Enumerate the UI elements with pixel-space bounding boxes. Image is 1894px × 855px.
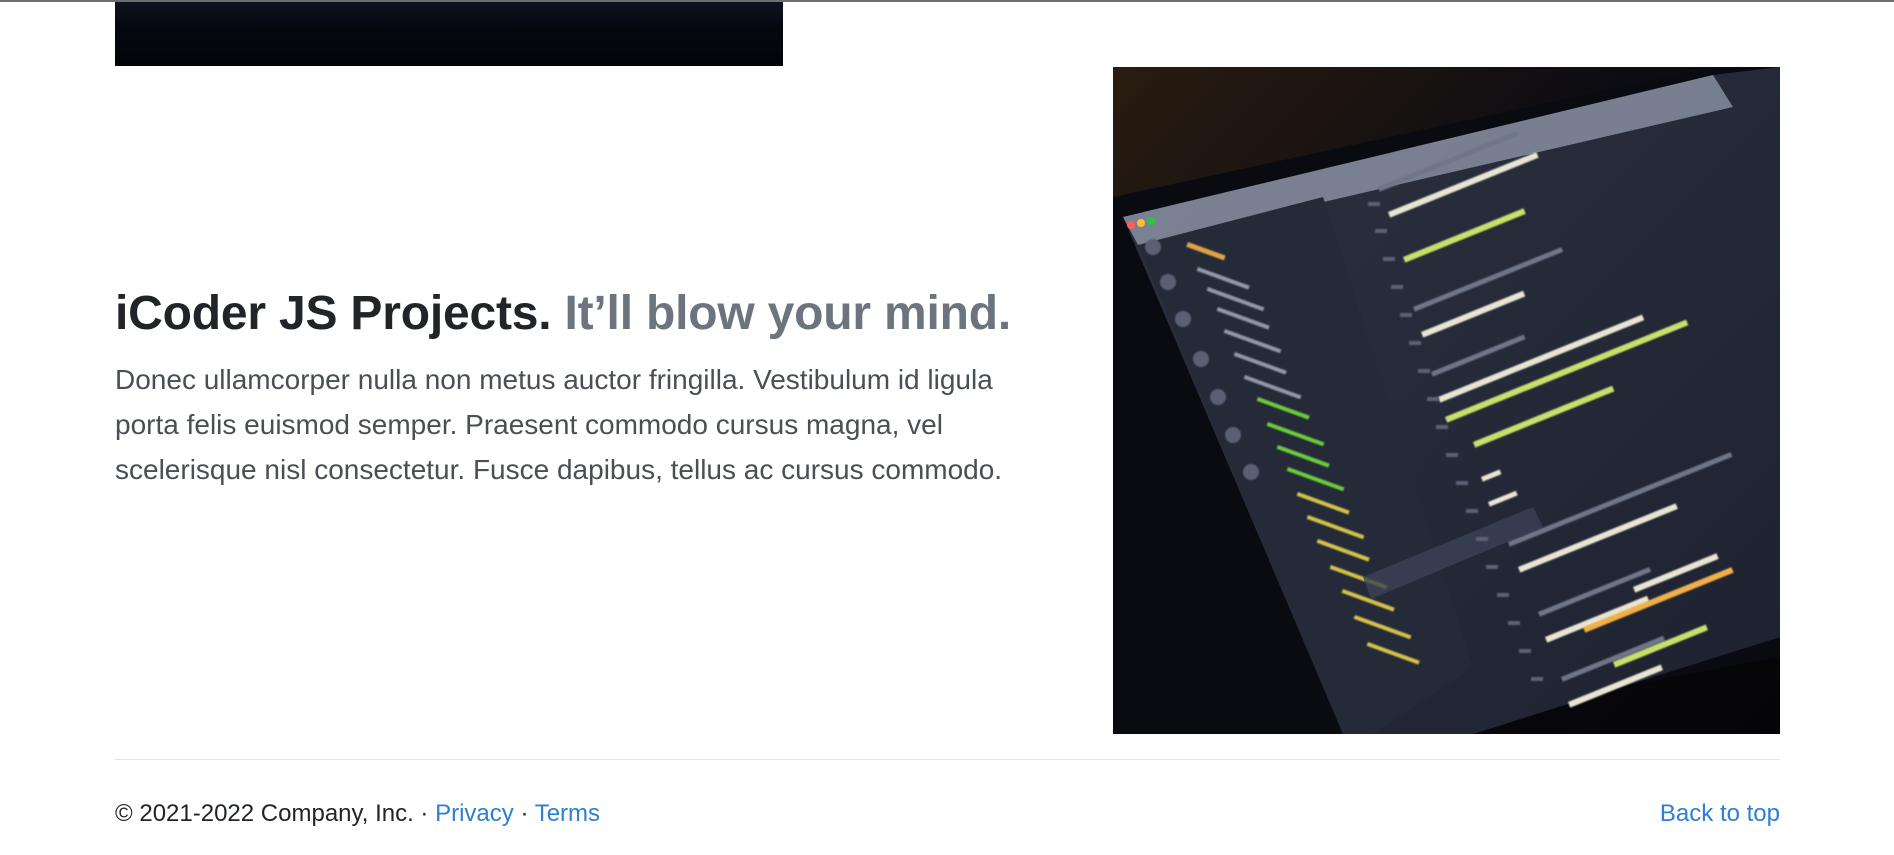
footer-divider — [115, 759, 1780, 760]
footer-copyright-row: © 2021-2022 Company, Inc. · Privacy · Te… — [115, 800, 600, 828]
privacy-link[interactable]: Privacy — [435, 800, 514, 827]
terms-link[interactable]: Terms — [535, 800, 600, 827]
feature-lead-text: Donec ullamcorper nulla non metus auctor… — [115, 363, 1003, 485]
code-editor-image — [1113, 67, 1780, 734]
feature-heading-muted: It’ll blow your mind. — [564, 287, 1012, 340]
previous-feature-image — [115, 2, 783, 66]
back-to-top-container: Back to top — [1660, 800, 1780, 828]
footer-separator: · — [520, 800, 529, 827]
back-to-top-link[interactable]: Back to top — [1660, 800, 1780, 827]
feature-heading-main: iCoder JS Projects. — [115, 287, 552, 340]
footer-separator: · — [420, 800, 429, 827]
copyright-text: © 2021-2022 Company, Inc. — [115, 800, 414, 827]
feature-heading: iCoder JS Projects. It’ll blow your mind… — [115, 285, 1045, 343]
feature-text-block: iCoder JS Projects. It’ll blow your mind… — [115, 285, 1045, 492]
